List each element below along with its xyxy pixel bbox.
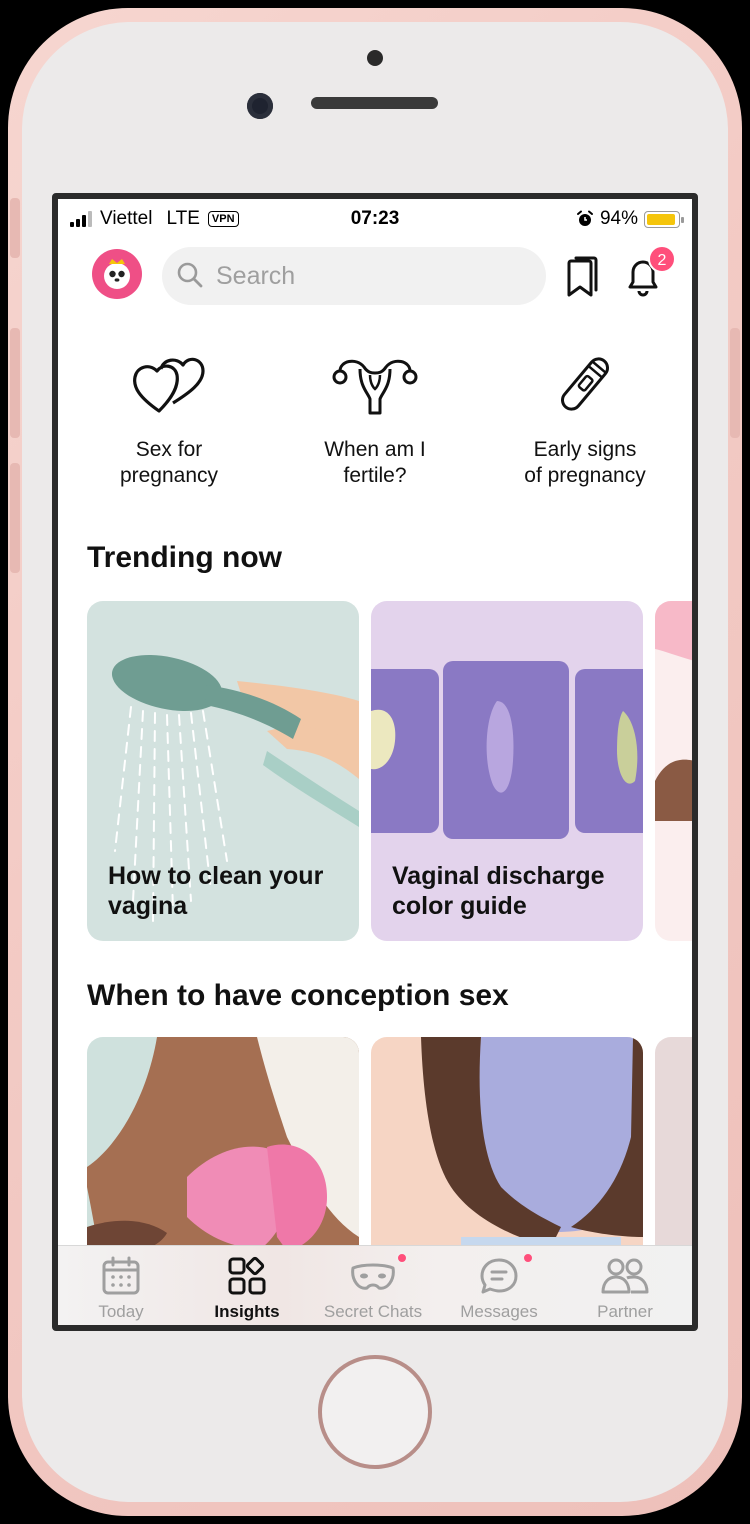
search-bar[interactable] — [162, 247, 546, 305]
quick-link-sex-for-pregnancy[interactable]: Sex for pregnancy — [74, 349, 264, 489]
article-card-partial[interactable] — [655, 601, 692, 941]
secret-chats-indicator-dot — [396, 1252, 408, 1264]
battery-icon — [644, 210, 684, 228]
tab-label: Insights — [214, 1302, 280, 1321]
quick-links: Sex for pregnancy When am I fertile? Ear… — [58, 349, 692, 509]
section-title-trending: Trending now — [87, 541, 282, 574]
trending-carousel: How to clean your vagina Vaginal dischar… — [58, 601, 692, 941]
section-title-conception: When to have conception sex — [87, 979, 509, 1012]
proximity-sensor — [367, 50, 383, 66]
power-button — [730, 328, 740, 438]
tab-label: Today — [98, 1302, 144, 1321]
volume-down-button — [10, 463, 20, 573]
search-icon — [177, 262, 203, 288]
conception-carousel — [58, 1037, 692, 1325]
quick-link-early-signs[interactable]: Early signs of pregnancy — [490, 349, 680, 489]
article-card[interactable]: How to clean your vagina — [87, 601, 359, 941]
tab-messages[interactable]: Messages — [436, 1256, 562, 1322]
chat-bubble-icon — [480, 1258, 518, 1294]
avatar[interactable] — [92, 249, 142, 299]
battery-percent: 94% — [599, 208, 638, 229]
quick-link-label: Sex for pregnancy — [119, 438, 219, 487]
article-card[interactable]: Vaginal discharge color guide — [371, 601, 643, 941]
hearts-icon — [133, 357, 205, 413]
search-input[interactable] — [216, 261, 516, 291]
quick-link-label: When am I fertile? — [324, 438, 426, 487]
tab-today[interactable]: Today — [58, 1256, 184, 1322]
tab-partner[interactable]: Partner — [562, 1256, 688, 1322]
grid-icon — [228, 1256, 266, 1295]
battery-level — [647, 213, 676, 225]
volume-up-button — [10, 328, 20, 438]
bottom-tab-bar: Today Insights Secret Chats Messages Par… — [58, 1245, 692, 1325]
front-camera — [247, 93, 273, 119]
alarm-icon — [576, 210, 593, 226]
tab-label: Partner — [597, 1302, 653, 1321]
earpiece-speaker — [311, 97, 438, 109]
quick-link-label: Early signs of pregnancy — [524, 438, 646, 487]
tab-label: Messages — [460, 1302, 538, 1321]
people-icon — [601, 1258, 649, 1294]
tab-label: Secret Chats — [323, 1302, 423, 1321]
uterus-icon — [332, 359, 418, 415]
status-bar: Viettel LTE VPN 07:23 94% — [58, 199, 692, 243]
quick-link-when-am-i-fertile[interactable]: When am I fertile? — [280, 349, 470, 489]
top-bar: 2 — [58, 243, 692, 309]
silent-switch — [10, 198, 20, 258]
tab-secret-chats[interactable]: Secret Chats — [310, 1256, 436, 1322]
pregnancy-test-icon — [561, 357, 609, 411]
panda-avatar-icon — [104, 259, 130, 289]
calendar-icon — [102, 1256, 140, 1295]
tab-insights[interactable]: Insights — [184, 1256, 310, 1322]
article-card-title: Vaginal discharge color guide — [392, 862, 605, 920]
partial-card-illustration — [655, 601, 692, 821]
mask-icon — [351, 1263, 395, 1290]
home-button[interactable] — [318, 1355, 432, 1469]
article-card-title: How to clean your vagina — [108, 862, 324, 920]
bookmarks-icon[interactable] — [562, 255, 602, 299]
notification-badge: 2 — [648, 245, 676, 273]
app-screen: Viettel LTE VPN 07:23 94% Search 2 Sex f… — [52, 193, 698, 1331]
messages-indicator-dot — [522, 1252, 534, 1264]
